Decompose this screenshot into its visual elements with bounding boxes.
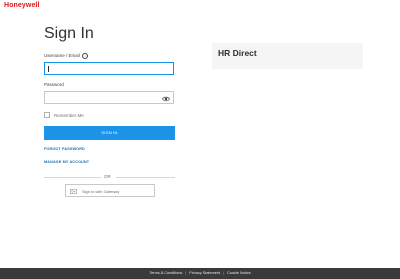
text-caret bbox=[48, 66, 49, 72]
page-title: Sign In bbox=[44, 25, 94, 42]
terms-link[interactable]: Terms & Conditions bbox=[149, 271, 182, 275]
info-icon[interactable]: i bbox=[82, 53, 89, 59]
divider-left bbox=[44, 177, 101, 178]
cookie-notice-link[interactable]: Cookie Notice bbox=[227, 271, 251, 275]
remember-me-label[interactable]: Remember Me bbox=[54, 113, 84, 118]
eye-icon[interactable] bbox=[162, 95, 170, 103]
or-divider-label: OR bbox=[104, 174, 111, 179]
remember-me-checkbox[interactable] bbox=[44, 112, 50, 118]
sign-in-button[interactable]: SIGN IN bbox=[44, 126, 175, 140]
password-label: Password bbox=[44, 82, 64, 87]
privacy-link[interactable]: Privacy Statement bbox=[189, 271, 220, 275]
hr-direct-panel: HR Direct bbox=[212, 43, 363, 69]
sso-sign-in-button[interactable]: Sign in with Gateway bbox=[65, 184, 155, 197]
footer: Terms & Conditions | Privacy Statement | Coo… bbox=[0, 268, 400, 279]
password-input[interactable] bbox=[44, 91, 174, 104]
footer-separator: | bbox=[185, 271, 187, 275]
sso-icon bbox=[70, 188, 77, 194]
username-label: Username / Email i bbox=[44, 53, 89, 59]
sso-label: Sign in with Gateway bbox=[82, 188, 120, 194]
honeywell-logo[interactable]: Honeywell bbox=[4, 2, 40, 9]
username-input[interactable] bbox=[44, 62, 174, 75]
divider-right bbox=[116, 177, 175, 178]
hr-direct-title: HR Direct bbox=[218, 48, 257, 58]
footer-separator: | bbox=[223, 271, 225, 275]
manage-account-link[interactable]: MANAGE MY ACCOUNT bbox=[44, 160, 89, 164]
forgot-password-link[interactable]: FORGOT PASSWORD bbox=[44, 147, 85, 151]
username-label-text: Username / Email bbox=[44, 53, 80, 59]
